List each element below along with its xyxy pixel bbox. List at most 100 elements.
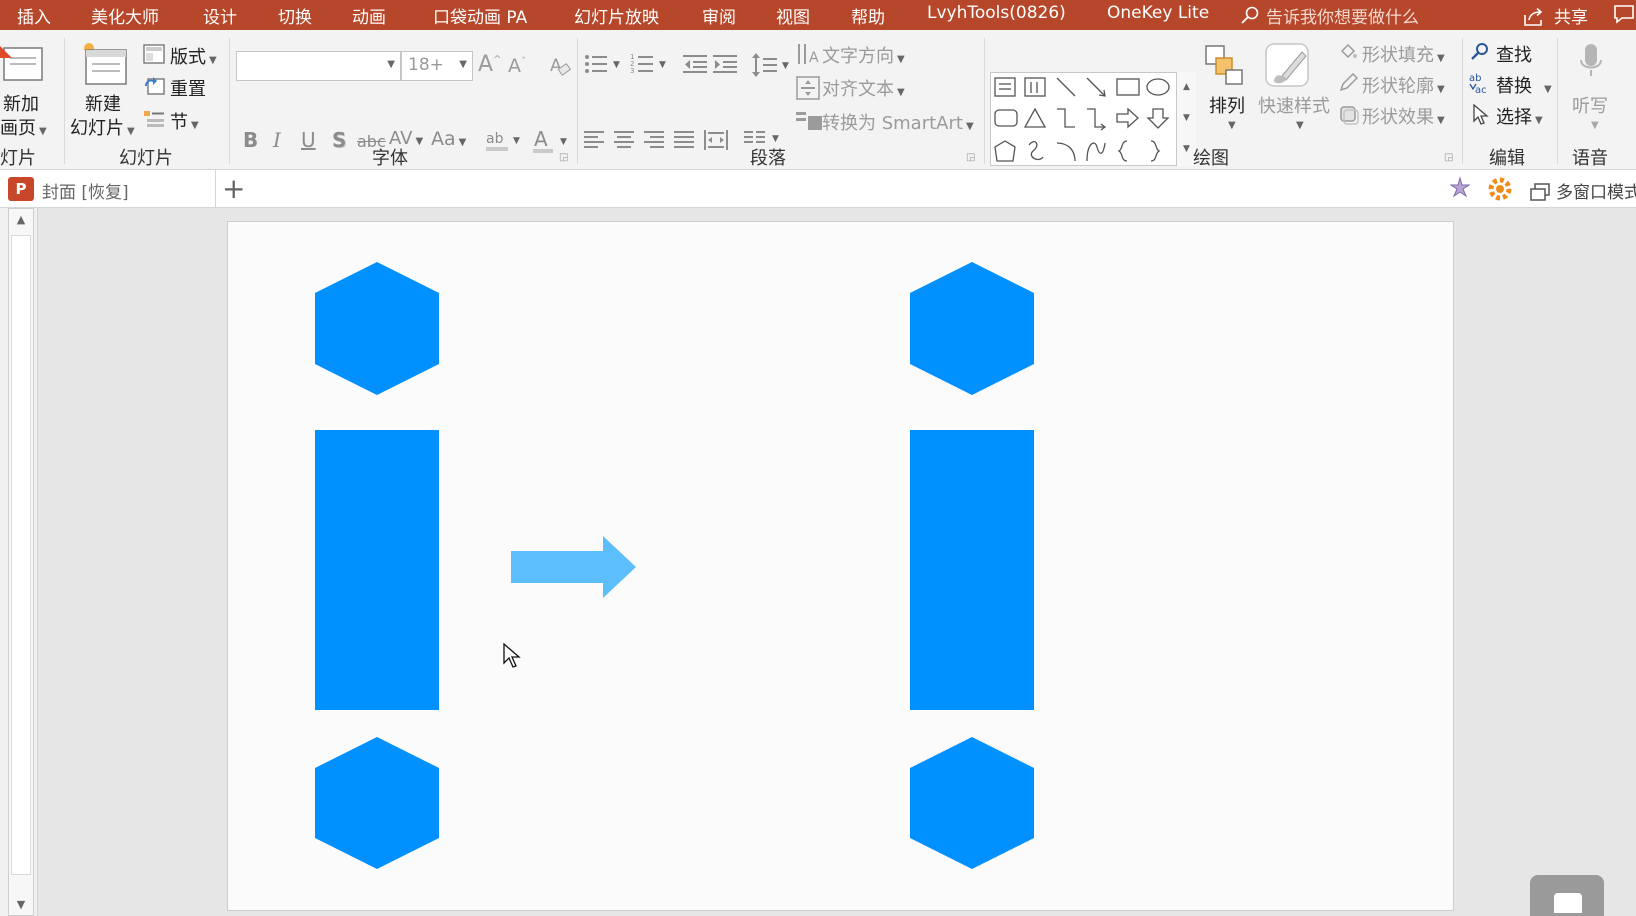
freeform-shape[interactable] xyxy=(994,140,1016,162)
align-left-icon[interactable] xyxy=(584,130,606,150)
font-color-icon[interactable]: A ▼ xyxy=(532,127,572,155)
drawing-dialog-launcher[interactable]: ◲ xyxy=(1444,152,1453,163)
bullets-icon[interactable]: ▼ xyxy=(584,52,624,76)
left-brace-shape[interactable] xyxy=(1117,140,1128,162)
comment-icon[interactable] xyxy=(1613,4,1635,24)
tab-onekey-lite[interactable]: OneKey Lite xyxy=(1107,3,1209,23)
elbow-connector-shape[interactable] xyxy=(1057,108,1075,128)
quick-styles-button[interactable]: 快速样式 xyxy=(1258,92,1330,118)
layout-button[interactable]: 版式 ▼ xyxy=(170,43,217,69)
line-shape[interactable] xyxy=(1056,77,1076,97)
font-size-combo[interactable]: 18+ ▼ xyxy=(401,51,473,81)
align-text-button[interactable]: 对齐文本 ▼ xyxy=(822,75,905,101)
new-page-label[interactable]: 新加 xyxy=(3,90,39,116)
change-case-button[interactable]: Aa ▼ xyxy=(431,128,466,150)
rounded-rect-shape[interactable] xyxy=(994,109,1018,127)
gear-icon[interactable] xyxy=(1487,176,1513,202)
replace-button[interactable]: 替换 ▼ xyxy=(1496,72,1552,98)
hexagon-shape[interactable] xyxy=(315,737,439,869)
gallery-up[interactable]: ▲ xyxy=(1177,72,1196,103)
right-brace-shape[interactable] xyxy=(1150,140,1161,162)
font-dialog-launcher[interactable]: ◲ xyxy=(559,152,568,163)
new-slide-dropdown[interactable]: 幻灯片 ▼ xyxy=(70,114,135,140)
gallery-down[interactable]: ▼ xyxy=(1177,103,1196,134)
scroll-down-icon[interactable]: ▼ xyxy=(9,898,33,911)
grow-font-button[interactable]: A^ xyxy=(478,52,501,77)
scribble-shape[interactable] xyxy=(1028,141,1044,161)
tab-insert[interactable]: 插入 xyxy=(17,3,51,28)
tab-help[interactable]: 帮助 xyxy=(851,3,885,28)
bold-button[interactable]: B xyxy=(243,128,258,152)
hexagon-shape[interactable] xyxy=(315,262,439,395)
floating-tool-button[interactable] xyxy=(1530,875,1604,916)
vertical-textbox-shape[interactable] xyxy=(1024,77,1046,97)
text-direction-button[interactable]: 文字方向 ▼ xyxy=(822,42,905,68)
new-slide-icon[interactable] xyxy=(80,40,130,88)
shape-fill-button[interactable]: 形状填充 ▼ xyxy=(1362,41,1445,67)
rectangle-shape[interactable] xyxy=(315,430,439,710)
curve-shape[interactable] xyxy=(1086,142,1106,162)
hexagon-shape[interactable] xyxy=(910,262,1034,395)
triangle-shape[interactable] xyxy=(1023,107,1047,128)
tab-review[interactable]: 审阅 xyxy=(702,3,736,28)
shape-effects-button[interactable]: 形状效果 ▼ xyxy=(1362,103,1445,129)
shape-outline-button[interactable]: 形状轮廓 ▼ xyxy=(1362,72,1445,98)
tab-view[interactable]: 视图 xyxy=(776,3,810,28)
new-slide-label[interactable]: 新建 xyxy=(85,90,121,116)
reset-button[interactable]: 重置 xyxy=(170,75,206,101)
scroll-up-icon[interactable]: ▲ xyxy=(9,213,33,226)
hexagon-shape[interactable] xyxy=(910,737,1034,869)
italic-button[interactable]: I xyxy=(273,128,281,152)
tab-lvyhtools[interactable]: LvyhTools(0826) xyxy=(927,3,1066,23)
new-page-icon[interactable] xyxy=(0,42,46,86)
tab-pocket-animation[interactable]: 口袋动画 PA xyxy=(433,3,527,28)
align-center-icon[interactable] xyxy=(614,130,636,150)
distributed-icon[interactable] xyxy=(704,128,728,152)
tab-design[interactable]: 设计 xyxy=(203,3,237,28)
arrow-line-shape[interactable] xyxy=(1086,77,1106,97)
oval-shape[interactable] xyxy=(1146,78,1170,96)
arc-shape[interactable] xyxy=(1056,142,1076,162)
tab-animations[interactable]: 动画 xyxy=(352,3,386,28)
paragraph-dialog-launcher[interactable]: ◲ xyxy=(966,152,975,163)
elbow-arrow-shape[interactable] xyxy=(1087,108,1107,131)
tab-slideshow[interactable]: 幻灯片放映 xyxy=(574,3,659,28)
down-arrow-shape[interactable] xyxy=(1146,108,1170,129)
right-arrow-shape[interactable] xyxy=(1116,107,1139,129)
scroll-thumb[interactable] xyxy=(11,235,31,875)
underline-button[interactable]: U xyxy=(301,128,316,152)
increase-indent-icon[interactable] xyxy=(713,54,737,74)
align-right-icon[interactable] xyxy=(644,130,666,150)
find-button[interactable]: 查找 xyxy=(1496,41,1532,67)
clear-formatting-icon[interactable]: A xyxy=(549,54,571,78)
share-button[interactable]: 共享 xyxy=(1522,3,1588,28)
vertical-scrollbar[interactable]: ▲ ▼ xyxy=(8,208,34,916)
shadow-button[interactable]: S xyxy=(332,128,346,152)
document-tab[interactable]: P 封面 [恢复] xyxy=(0,170,216,208)
textbox-shape[interactable] xyxy=(994,77,1016,97)
convert-smartart-button[interactable]: 转换为 SmartArt ▼ xyxy=(822,109,974,135)
new-page-label-2[interactable]: 画页 ▼ xyxy=(0,114,47,140)
select-button[interactable]: 选择 ▼ xyxy=(1496,103,1543,129)
tab-transitions[interactable]: 切换 xyxy=(278,3,312,28)
section-button[interactable]: 节 ▼ xyxy=(170,108,199,134)
line-spacing-icon[interactable]: ▼ xyxy=(752,52,792,78)
numbering-icon[interactable]: 123▼ xyxy=(630,52,670,76)
highlight-icon[interactable]: ab ▼ xyxy=(485,128,525,154)
rectangle-shape[interactable] xyxy=(910,430,1034,710)
slide-canvas[interactable] xyxy=(227,221,1454,911)
arrange-button[interactable]: 排列 xyxy=(1209,92,1245,118)
dictate-button[interactable]: 听写 xyxy=(1572,92,1608,118)
multi-window-button[interactable]: 多窗口模式 xyxy=(1530,178,1636,203)
tab-beautify-master[interactable]: 美化大师 xyxy=(91,3,159,28)
shapes-gallery[interactable] xyxy=(990,72,1188,166)
font-name-combo[interactable]: ▼ xyxy=(236,51,401,81)
decrease-indent-icon[interactable] xyxy=(683,54,707,74)
magic-wand-icon[interactable] xyxy=(1446,176,1474,202)
justify-icon[interactable] xyxy=(674,130,696,150)
shrink-font-button[interactable]: Aˇ xyxy=(508,55,526,77)
right-arrow-shape[interactable] xyxy=(511,536,636,598)
rectangle-shape[interactable] xyxy=(1116,78,1140,96)
tell-me-search[interactable]: 告诉我你想要做什么 xyxy=(1240,3,1419,28)
add-tab-icon[interactable]: + xyxy=(222,172,245,205)
